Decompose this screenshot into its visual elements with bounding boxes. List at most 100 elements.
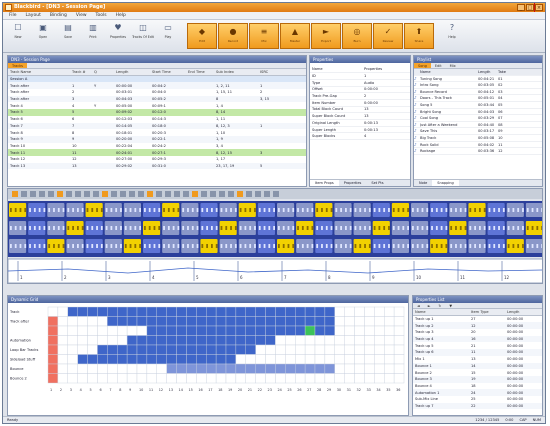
grid-cell[interactable] <box>314 354 326 365</box>
column-header[interactable]: End Time <box>186 69 214 77</box>
timeline-tool-icon[interactable] <box>219 191 225 197</box>
grid-cell[interactable] <box>97 335 108 346</box>
master-mode-button[interactable]: ▲ Master <box>280 23 310 49</box>
grid-cell[interactable] <box>314 335 326 346</box>
grid-cell[interactable] <box>57 373 68 384</box>
help-button[interactable]: ? Help <box>441 22 463 50</box>
list-item[interactable]: Track up 5 21 00:00:00 <box>413 342 542 349</box>
grid-cell[interactable] <box>117 363 128 374</box>
property-row[interactable]: Original Length 0:00:13 <box>310 119 410 127</box>
timeline-tool-icon[interactable] <box>192 191 198 197</box>
grid-cell[interactable] <box>334 316 345 327</box>
grid-cell[interactable] <box>196 325 207 336</box>
grid-cell[interactable] <box>77 354 88 365</box>
grid-cell[interactable] <box>225 373 237 384</box>
table-row[interactable]: Track 4 4 Y 00:05:00 00:09:1 1, 4 <box>8 102 306 109</box>
timeline-tool-icon[interactable] <box>21 191 27 197</box>
grid-cell[interactable] <box>235 363 246 374</box>
next-icon[interactable]: ► <box>424 303 435 308</box>
list-item[interactable]: Track up 3 20 00:00:00 <box>413 329 542 336</box>
timeline-tool-icon[interactable] <box>84 191 90 197</box>
grid-cell[interactable] <box>146 316 157 327</box>
column-header[interactable]: Track # <box>70 69 92 77</box>
grid-cell[interactable] <box>255 335 266 346</box>
properties-tab[interactable]: Item Props <box>310 180 339 186</box>
grid-cell[interactable] <box>126 316 138 327</box>
grid-cell[interactable] <box>47 325 59 336</box>
grid-cell[interactable] <box>57 306 68 317</box>
grid-cell[interactable] <box>364 354 375 365</box>
review-mode-button[interactable]: ✓ Review <box>373 23 403 49</box>
share-mode-button[interactable]: ⬆ Share <box>404 23 434 49</box>
grid-cell[interactable] <box>215 373 227 384</box>
list-item[interactable]: Track up 1 27 00:00:00 <box>413 316 542 323</box>
grid-cell[interactable] <box>215 344 227 355</box>
column-header[interactable]: Sub Index <box>214 69 258 77</box>
grid-cell[interactable] <box>67 354 78 365</box>
grid-cell[interactable] <box>196 373 207 384</box>
grid-cell[interactable] <box>186 344 197 355</box>
grid-cell[interactable] <box>324 335 335 346</box>
grid-cell[interactable] <box>77 316 88 327</box>
list-item[interactable]: Track up 6 11 00:00:00 <box>413 349 542 356</box>
grid-cell[interactable] <box>206 306 217 317</box>
timeline-tool-icon[interactable] <box>228 191 234 197</box>
table-row[interactable]: Track after 1 Y 00:00:00 00:04:2 1, 2, 11 1 <box>8 82 306 90</box>
property-row[interactable]: Super Length 0:00:13 <box>310 126 410 134</box>
property-row[interactable]: Type Audio <box>310 79 410 87</box>
grid-cell[interactable] <box>314 306 326 317</box>
table-row[interactable]: Track 7 7 00:14:05 00:18:0 8, 12, 31 <box>8 122 306 130</box>
export-mode-button[interactable]: ► Export <box>311 23 341 49</box>
column-header[interactable]: ISRC <box>258 69 306 77</box>
grid-cell[interactable] <box>393 373 405 384</box>
grid-cell[interactable] <box>384 325 395 336</box>
grid-cell[interactable] <box>344 306 355 317</box>
playlist-item[interactable]: ♪ Save This 00:03:17 09 <box>414 128 542 135</box>
grid-cell[interactable] <box>146 335 157 346</box>
timeline-tool-icon[interactable] <box>237 191 243 197</box>
grid-cell[interactable] <box>324 354 335 365</box>
grid-cell[interactable] <box>275 354 286 365</box>
grid-cell[interactable] <box>285 335 296 346</box>
timeline-tool-icon[interactable] <box>165 191 171 197</box>
grid-cell[interactable] <box>97 306 108 317</box>
playlist-footer-tab[interactable]: Note <box>414 180 432 186</box>
grid-cell[interactable] <box>374 354 385 365</box>
timeline-tool-icon[interactable] <box>66 191 72 197</box>
grid-cell[interactable] <box>67 325 78 336</box>
grid-cell[interactable] <box>176 335 187 346</box>
grid-cell[interactable] <box>47 344 59 355</box>
grid-cell[interactable] <box>166 316 177 327</box>
grid-cell[interactable] <box>136 325 148 336</box>
mix-mode-button[interactable]: ≡ Mix <box>249 23 279 49</box>
grid-cell[interactable] <box>107 325 118 336</box>
grid-cell[interactable] <box>67 363 78 374</box>
grid-cell[interactable] <box>384 344 395 355</box>
grid-cell[interactable] <box>235 335 246 346</box>
grid-cell[interactable] <box>304 335 316 346</box>
timeline-tool-icon[interactable] <box>111 191 117 197</box>
grid-cell[interactable] <box>196 344 207 355</box>
grid-cell[interactable] <box>364 316 375 327</box>
property-row[interactable]: Offset 0:00:00 <box>310 86 410 94</box>
playlist-item[interactable]: ♪ Bright Song 00:04:03 06 <box>414 109 542 116</box>
grid-cell[interactable] <box>275 344 286 355</box>
grid-cell[interactable] <box>354 335 365 346</box>
grid-cell[interactable] <box>255 306 266 317</box>
grid-cell[interactable] <box>47 316 59 327</box>
new-button[interactable]: ☐ New <box>7 22 29 50</box>
grid-cell[interactable] <box>275 373 286 384</box>
grid-cell[interactable] <box>126 335 138 346</box>
grid-cell[interactable] <box>334 325 345 336</box>
grid-cell[interactable] <box>324 363 335 374</box>
grid-cell[interactable] <box>344 373 355 384</box>
column-header[interactable]: Item Type <box>469 309 505 317</box>
grid-cell[interactable] <box>186 325 197 336</box>
grid-cell[interactable] <box>136 363 148 374</box>
grid-cell[interactable] <box>97 325 108 336</box>
grid-cell[interactable] <box>255 325 266 336</box>
grid-cell[interactable] <box>206 363 217 374</box>
grid-cell[interactable] <box>364 363 375 374</box>
grid-cell[interactable] <box>344 363 355 374</box>
grid-cell[interactable] <box>285 306 296 317</box>
